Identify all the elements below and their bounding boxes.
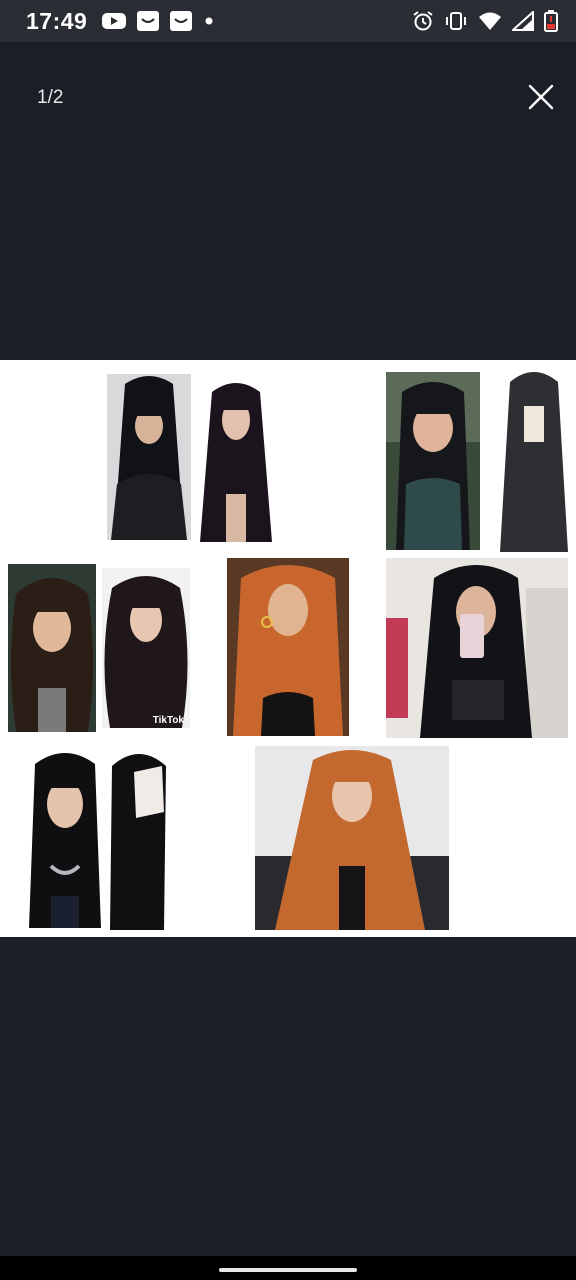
status-time: 17:49 [26,7,88,34]
alarm-icon [412,10,434,32]
dark-straight-wig-mannequin-photo [194,374,278,542]
woman-black-bangs-necklace-photo [27,746,103,928]
status-bar: 17:49 [0,0,576,42]
mirror-selfie-black-hair-photo [386,558,568,738]
wifi-icon [478,11,502,31]
notification-dot-icon [202,14,216,28]
status-system-icons [412,10,558,32]
black-bangs-wig-photo [107,374,191,540]
smile-box-icon [136,10,160,32]
tiktok-watermark: TikTok [152,715,184,726]
black-wig-mannequin-side-photo [106,746,172,930]
vibrate-icon [444,10,468,32]
signal-icon [512,11,534,31]
youtube-icon [101,11,127,31]
smile-box-icon [169,10,193,32]
status-notification-icons [101,10,216,32]
collage-image[interactable]: TikTok [0,360,576,937]
ginger-wig-mannequin-photo [255,746,449,930]
close-button[interactable] [522,78,560,116]
dark-gray-wig-mannequin-photo [498,366,570,552]
image-viewer-header: 1/2 [0,42,576,360]
battery-low-icon [544,10,558,32]
woman-black-bangs-photo [386,372,480,550]
woman-wavy-brown-hair-photo [8,564,96,732]
wavy-dark-wig-mannequin-photo: TikTok [102,568,190,728]
close-icon [528,84,554,110]
navigation-bar [0,1256,576,1280]
ginger-straight-hair-photo [227,558,349,736]
page-counter: 1/2 [37,87,64,108]
home-indicator[interactable] [219,1268,357,1272]
